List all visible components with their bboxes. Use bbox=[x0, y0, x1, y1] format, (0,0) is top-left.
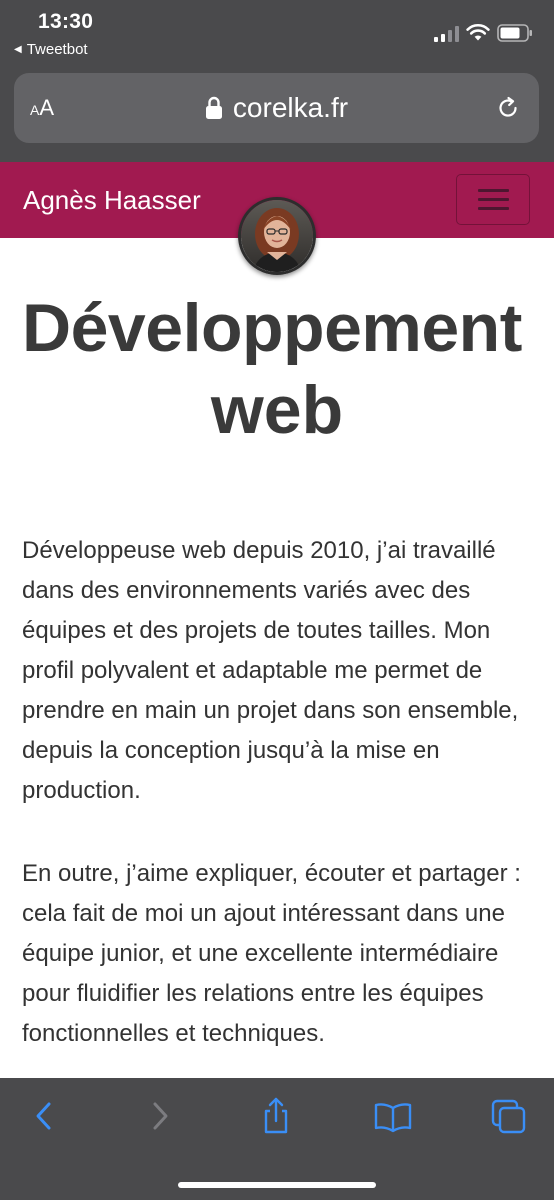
book-icon[interactable] bbox=[373, 1096, 413, 1136]
back-triangle-icon: ◀ bbox=[14, 44, 22, 55]
profile-photo bbox=[241, 200, 313, 272]
profile-avatar bbox=[238, 197, 316, 275]
home-indicator bbox=[178, 1182, 376, 1188]
wifi-icon bbox=[466, 23, 490, 41]
site-brand-link[interactable]: Agnès Haasser bbox=[23, 185, 201, 216]
page-content: Développement web Développeuse web depui… bbox=[0, 238, 554, 1078]
domain-text: corelka.fr bbox=[232, 92, 349, 123]
browser-top-chrome: 13:30 ◀ Tweetbot AA corelka.fr bbox=[0, 0, 554, 162]
hamburger-icon-bar bbox=[478, 198, 509, 201]
reload-icon[interactable] bbox=[495, 95, 521, 121]
menu-toggle-button[interactable] bbox=[456, 174, 530, 225]
cellular-signal-icon bbox=[434, 26, 459, 42]
page-title-line-2: web bbox=[210, 372, 344, 448]
hamburger-icon-bar bbox=[478, 189, 509, 192]
battery-icon bbox=[497, 24, 532, 42]
status-time: 13:30 bbox=[38, 10, 94, 33]
back-app-label: Tweetbot bbox=[26, 41, 88, 58]
intro-paragraph: Développeuse web depuis 2010, j’ai trava… bbox=[22, 537, 519, 804]
page-title-line-1: Développement bbox=[22, 290, 522, 366]
chevron-left-icon[interactable] bbox=[24, 1096, 64, 1136]
chevron-right-icon[interactable] bbox=[140, 1096, 180, 1136]
second-paragraph: En outre, j’aime expliquer, écouter et p… bbox=[22, 860, 521, 1047]
address-bar[interactable]: AA corelka.fr bbox=[14, 73, 539, 143]
url-display[interactable]: corelka.fr bbox=[14, 73, 539, 143]
tabs-icon[interactable] bbox=[489, 1096, 529, 1136]
hamburger-icon-bar bbox=[478, 207, 509, 210]
share-icon[interactable] bbox=[256, 1096, 296, 1136]
lock-icon bbox=[205, 96, 222, 119]
back-to-app-link[interactable]: ◀ Tweetbot bbox=[14, 41, 88, 58]
